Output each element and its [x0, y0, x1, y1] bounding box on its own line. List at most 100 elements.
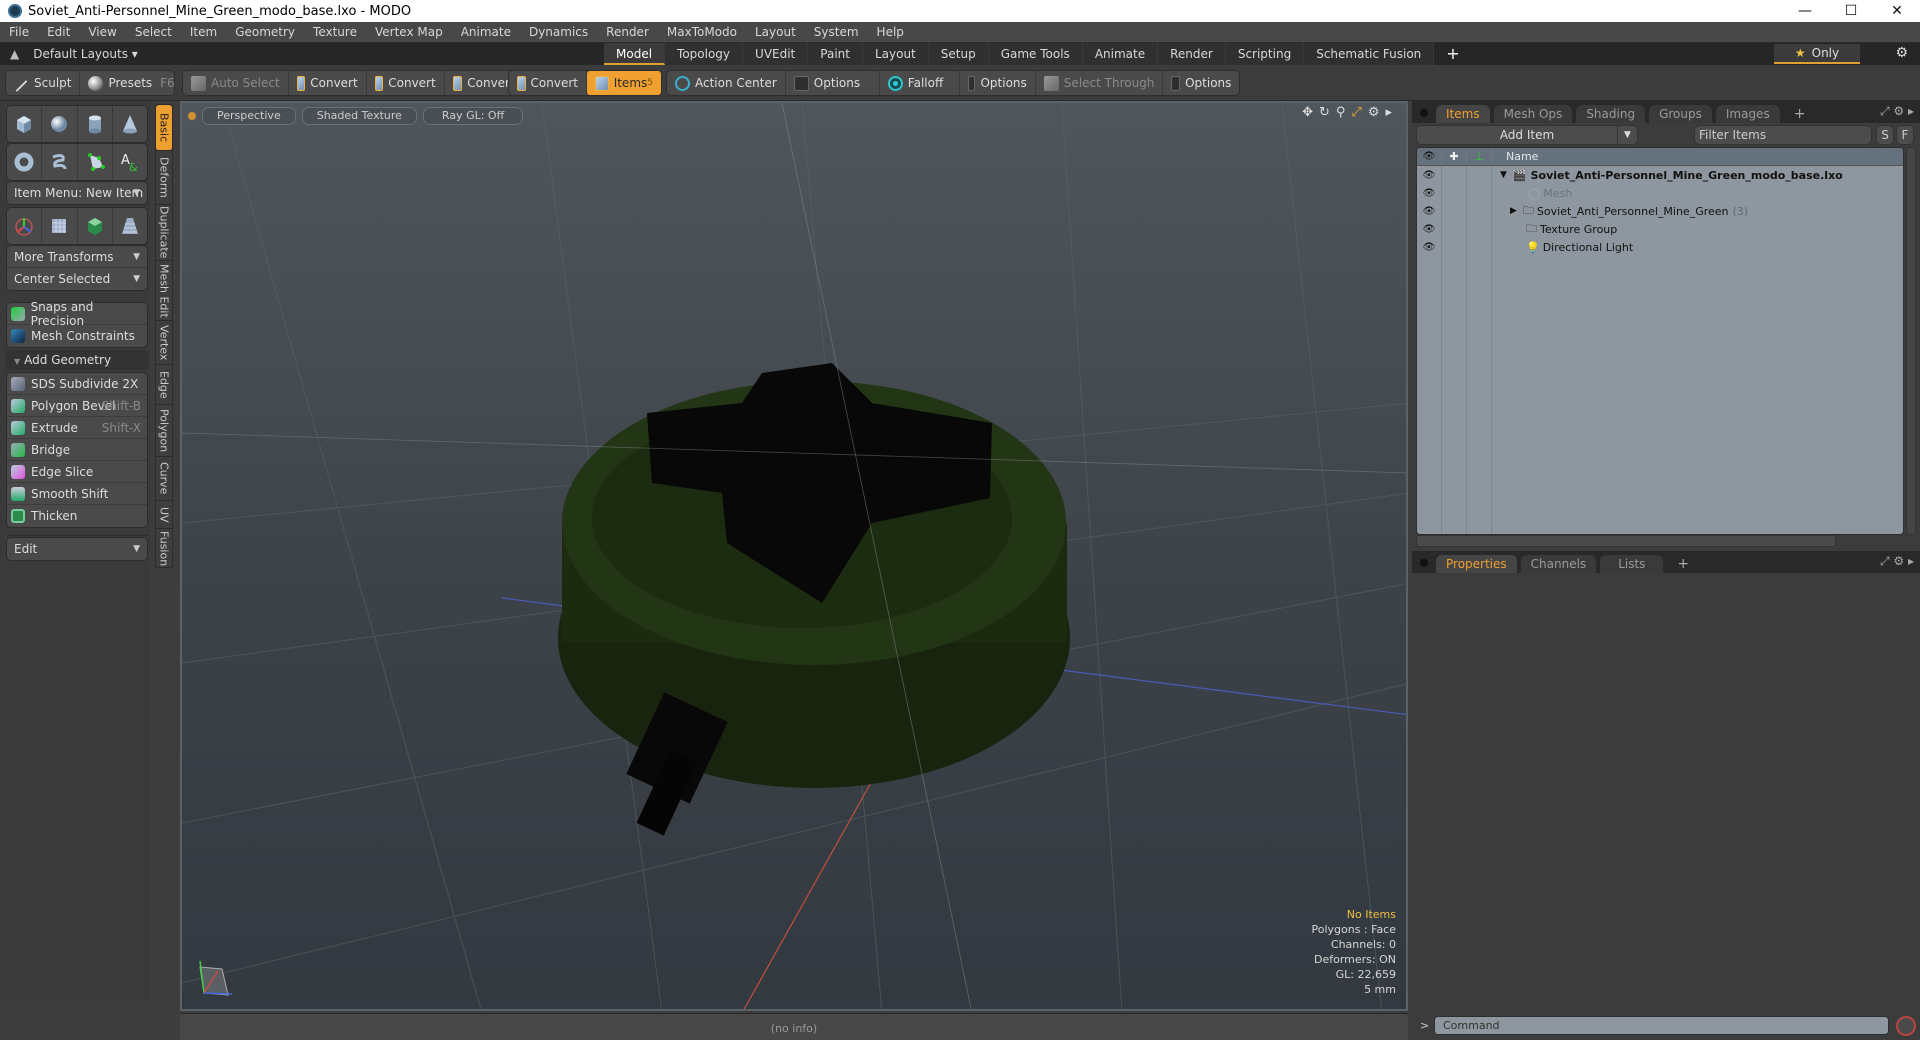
list-item[interactable]: 👁 💡 Directional Light [1417, 238, 1903, 256]
convert-materials-button[interactable]: Convert [509, 71, 587, 95]
bridge-button[interactable]: Bridge [7, 439, 147, 461]
maximize-button[interactable]: ☐ [1828, 0, 1874, 22]
menu-geometry[interactable]: Geometry [226, 25, 304, 39]
vtab-vertex[interactable]: Vertex [156, 321, 172, 365]
vtab-uv[interactable]: UV [156, 501, 172, 529]
viewport-options-dot[interactable] [188, 112, 196, 120]
convert-vertices-button[interactable]: Convert [289, 71, 367, 95]
eye-icon[interactable]: 👁 [1417, 220, 1442, 238]
layout-tab-paint[interactable]: Paint [808, 43, 863, 65]
tab-shading[interactable]: Shading [1576, 105, 1646, 123]
tab-channels[interactable]: Channels [1520, 555, 1597, 573]
menu-edit[interactable]: Edit [38, 25, 79, 39]
locator-column-icon[interactable]: ⊥ [1467, 148, 1492, 165]
vtab-duplicate[interactable]: Duplicate [156, 205, 172, 261]
edit-dropdown[interactable]: Edit ▼ [6, 537, 148, 561]
menu-maxtomodo[interactable]: MaxToModo [658, 25, 746, 39]
gear-icon[interactable]: ⚙ [1895, 45, 1908, 61]
lock-column-icon[interactable]: ✚ [1442, 148, 1467, 165]
presets-button[interactable]: Presets F6 [80, 71, 182, 95]
center-selected-dropdown[interactable]: Center Selected ▼ [7, 268, 147, 290]
3d-viewport[interactable]: Perspective Shaded Texture Ray GL: Off ✥… [180, 101, 1408, 1011]
select-through-button[interactable]: Select Through [1036, 71, 1164, 95]
torus-tool[interactable] [7, 144, 43, 180]
thicken-button[interactable]: Thicken [7, 505, 147, 527]
layout-tab-scripting[interactable]: Scripting [1225, 43, 1305, 65]
menu-file[interactable]: File [0, 25, 38, 39]
only-favorites-button[interactable]: ★ Only [1774, 44, 1860, 64]
chevron-down-icon[interactable]: ▼ [1617, 126, 1637, 144]
menu-render[interactable]: Render [597, 25, 658, 39]
item-list-horizontal-scrollbar[interactable] [1416, 535, 1836, 547]
transform-tool[interactable] [7, 208, 43, 244]
panel-options-dot[interactable] [1420, 109, 1428, 117]
maximize-viewport-icon[interactable]: ⤢ [1351, 105, 1361, 120]
command-input[interactable]: Command [1434, 1016, 1889, 1035]
snaps-precision-button[interactable]: Snaps and Precision [7, 300, 147, 328]
menu-vertex-map[interactable]: Vertex Map [366, 25, 452, 39]
tab-items[interactable]: Items [1436, 105, 1490, 123]
panel-maximize-gear-icon[interactable]: ⤢ ⚙ ▸ [1880, 554, 1914, 569]
panel-options-dot[interactable] [1420, 559, 1428, 567]
add-geometry-section-header[interactable]: ▼ Add Geometry [6, 350, 148, 370]
extrude-button[interactable]: Extrude Shift-X [7, 417, 147, 439]
default-layouts-dropdown[interactable]: Default Layouts ▾ [33, 47, 138, 61]
eye-icon[interactable]: 👁 [1417, 202, 1442, 220]
panel-maximize-gear-icon[interactable]: ⤢ ⚙ ▸ [1880, 104, 1914, 119]
checker-cube-tool[interactable] [78, 208, 113, 244]
expand-down-icon[interactable]: ▼ [1500, 170, 1507, 180]
tab-mesh-ops[interactable]: Mesh Ops [1493, 105, 1573, 123]
vtab-polygon[interactable]: Polygon [156, 405, 172, 457]
item-menu-dropdown[interactable]: Item Menu: New Item ▼ [6, 181, 148, 205]
sds-subdivide-button[interactable]: SDS Subdivide 2X [7, 373, 147, 395]
tab-properties[interactable]: Properties [1436, 555, 1517, 573]
eye-icon[interactable]: 👁 [1417, 184, 1442, 202]
menu-view[interactable]: View [79, 25, 125, 39]
view-type-button[interactable]: Perspective [202, 107, 296, 125]
menu-dynamics[interactable]: Dynamics [520, 25, 597, 39]
eye-icon[interactable]: 👁 [1417, 166, 1442, 184]
tab-groups[interactable]: Groups [1649, 105, 1712, 123]
edge-slice-button[interactable]: Edge Slice [7, 461, 147, 483]
command-stop-icon[interactable] [1896, 1016, 1916, 1036]
menu-item[interactable]: Item [181, 25, 226, 39]
select-through-options-button[interactable]: Options [1163, 71, 1239, 95]
cube-tool[interactable] [7, 106, 43, 142]
shading-mode-button[interactable]: Shaded Texture [301, 107, 417, 125]
item-list-vertical-scrollbar[interactable] [1906, 147, 1916, 535]
vtab-fusion[interactable]: Fusion [156, 529, 172, 569]
items-mode-button[interactable]: Items 5 [587, 71, 661, 95]
raygl-button[interactable]: Ray GL: Off [422, 107, 524, 125]
rotate-icon[interactable]: ↻ [1319, 105, 1330, 120]
add-tab-button[interactable]: + [1667, 555, 1699, 573]
text-tool[interactable]: A & [113, 144, 147, 180]
expand-arrow-icon[interactable]: ▸ [1385, 105, 1392, 120]
layout-tab-topology[interactable]: Topology [665, 43, 744, 65]
filter-items-input[interactable]: Filter Items [1694, 125, 1872, 145]
menu-layout[interactable]: Layout [746, 25, 805, 39]
list-item[interactable]: 👁 ▼ 🎬 Soviet_Anti-Personnel_Mine_Green_mod… [1417, 166, 1903, 184]
add-tab-button[interactable]: + [1784, 105, 1816, 123]
layout-tab-layout[interactable]: Layout [862, 43, 929, 65]
visibility-column-eye-icon[interactable]: 👁 [1417, 148, 1442, 165]
falloff-button[interactable]: Falloff [880, 71, 960, 95]
action-center-options-button[interactable]: Options [786, 71, 880, 95]
vtab-deform[interactable]: Deform [156, 151, 172, 205]
tab-lists[interactable]: Lists [1600, 555, 1664, 573]
sphere-tool[interactable] [42, 106, 78, 142]
tab-images[interactable]: Images [1715, 105, 1780, 123]
action-center-button[interactable]: Action Center [667, 71, 786, 95]
layout-tab-render[interactable]: Render [1158, 43, 1226, 65]
add-layout-tab-button[interactable]: + [1434, 43, 1471, 65]
layout-tab-setup[interactable]: Setup [928, 43, 989, 65]
menu-texture[interactable]: Texture [304, 25, 366, 39]
cone-tool[interactable] [113, 106, 147, 142]
viewport-gear-icon[interactable]: ⚙ [1368, 105, 1380, 120]
pan-icon[interactable]: ✥ [1302, 105, 1313, 120]
menu-help[interactable]: Help [868, 25, 913, 39]
mesh-constraints-button[interactable]: Mesh Constraints [7, 325, 147, 347]
layout-tab-animate[interactable]: Animate [1082, 43, 1159, 65]
expand-right-icon[interactable]: ▶ [1510, 206, 1517, 216]
deform-lattice-tool[interactable] [42, 208, 78, 244]
filter-f-button[interactable]: F [1896, 125, 1914, 145]
